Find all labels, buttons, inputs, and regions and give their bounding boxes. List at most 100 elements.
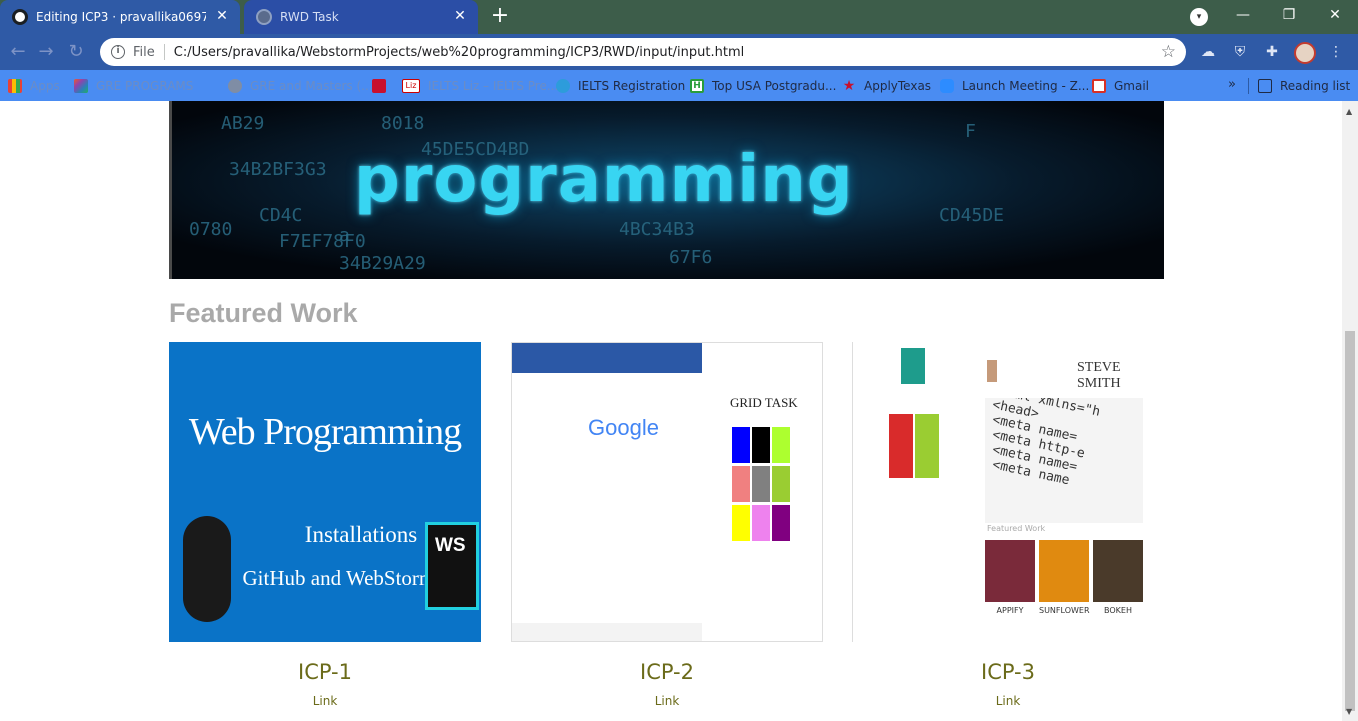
scroll-down-arrow-icon[interactable]: ▼ xyxy=(1346,707,1352,716)
apps-grid-icon xyxy=(8,79,22,93)
hex-text: CD4C xyxy=(259,205,303,226)
card-title: ICP-1 xyxy=(298,660,352,684)
mini-label: SUNFLOWER xyxy=(1039,606,1090,615)
grid-square xyxy=(772,466,790,502)
hero-banner: AB29 8018 45DE5CD4BD 34B2BF3G3 CD4C 0780… xyxy=(169,101,1164,279)
mini-section-title: Featured Work xyxy=(987,524,1046,533)
bookmark-applytexas[interactable]: ★ ApplyTexas xyxy=(842,77,931,95)
shield-crest-icon xyxy=(372,79,386,93)
star-icon[interactable]: ☆ xyxy=(1161,42,1176,62)
github-icon xyxy=(183,516,231,622)
close-window-button[interactable]: ✕ xyxy=(1312,0,1358,30)
hex-text: 67F6 xyxy=(669,247,713,268)
reading-list-button[interactable]: Reading list xyxy=(1258,77,1350,95)
grid-square xyxy=(772,427,790,463)
card-link[interactable]: Link xyxy=(169,694,481,708)
vertical-scrollbar[interactable]: ▲ ▼ xyxy=(1342,101,1358,721)
hex-text: AB29 xyxy=(221,113,265,134)
bookmarks-bar: Apps GRE PROGRAMS GRE and Masters (... L… xyxy=(0,70,1358,101)
tab-search-icon[interactable]: ▾ xyxy=(1190,8,1208,26)
reload-icon[interactable]: ↻ xyxy=(64,40,88,64)
github-icon xyxy=(12,9,28,25)
star-icon: ★ xyxy=(842,78,856,94)
kebab-menu-icon[interactable]: ⋮ xyxy=(1326,42,1346,62)
bookmark-ielts-liz[interactable]: Liz IELTS Liz – IELTS Pre... xyxy=(402,77,558,95)
card-thumbnail[interactable]: Web Programming Installations GitHub and… xyxy=(169,342,481,642)
tab-rwd-task[interactable]: RWD Task ✕ xyxy=(244,0,478,34)
new-tab-button[interactable]: + xyxy=(488,5,512,29)
close-icon[interactable]: ✕ xyxy=(214,8,230,24)
card-link[interactable]: Link xyxy=(852,694,1164,708)
address-bar[interactable]: i File C:/Users/pravallika/WebstormProje… xyxy=(100,38,1186,66)
thumb-heading: Web Programming xyxy=(188,411,462,453)
hex-text: 4BC34B3 xyxy=(619,219,695,240)
section-title: Featured Work xyxy=(169,298,358,328)
divider xyxy=(163,44,165,60)
project-card-icp3: STEVE SMITH <html xmlns="h <head> <meta … xyxy=(852,342,1164,708)
info-icon[interactable]: i xyxy=(111,45,125,59)
divider xyxy=(1248,78,1249,94)
scrollbar-thumb[interactable] xyxy=(1345,331,1355,711)
hex-text: 0780 xyxy=(189,219,233,240)
profile-photo xyxy=(987,360,997,382)
card-title: ICP-2 xyxy=(640,660,694,684)
chevron-double-right-icon[interactable]: » xyxy=(1228,77,1236,92)
h-logo-icon: H xyxy=(690,79,704,93)
liz-logo-icon: Liz xyxy=(402,79,420,93)
restore-button[interactable]: ❐ xyxy=(1266,0,1312,30)
tab-strip: Editing ICP3 · pravallika0697/We ✕ RWD T… xyxy=(0,0,1358,34)
scheme-label: File xyxy=(133,44,155,60)
hex-text: 8018 xyxy=(381,113,425,134)
back-arrow-icon[interactable]: ← xyxy=(6,40,30,64)
card-thumbnail[interactable]: STEVE SMITH <html xmlns="h <head> <meta … xyxy=(852,342,1164,642)
zoom-camera-icon xyxy=(940,79,954,93)
gmail-icon xyxy=(1092,79,1106,93)
url-text[interactable]: C:/Users/pravallika/WebstormProjects/web… xyxy=(174,45,744,60)
forward-arrow-icon[interactable]: → xyxy=(34,40,58,64)
bookmark-top-usa[interactable]: H Top USA Postgradu... xyxy=(690,77,836,95)
close-icon[interactable]: ✕ xyxy=(452,8,468,24)
page-viewport: AB29 8018 45DE5CD4BD 34B2BF3G3 CD4C 0780… xyxy=(0,101,1342,721)
flower-icon xyxy=(556,79,570,93)
card-thumbnail[interactable]: Google GRID TASK xyxy=(511,342,823,642)
bookmark-zoom[interactable]: Launch Meeting - Z... xyxy=(940,77,1089,95)
hex-text: a xyxy=(339,225,350,246)
hex-text: F7EF78F0 xyxy=(279,231,366,252)
code-image: <html xmlns="h <head> <meta name= <meta … xyxy=(985,398,1143,523)
hero-title: programming xyxy=(354,143,854,217)
grid-title: GRID TASK xyxy=(730,395,798,410)
hand-block-icon xyxy=(889,414,913,478)
avatar[interactable] xyxy=(1294,42,1316,64)
card-title: ICP-3 xyxy=(981,660,1035,684)
hex-text: 34B29A29 xyxy=(339,253,426,274)
webstorm-icon: WS xyxy=(425,522,479,610)
reading-list-icon xyxy=(1258,79,1272,93)
mini-thumb xyxy=(1093,540,1143,602)
hand-block-icon xyxy=(901,348,925,384)
grid-square xyxy=(752,505,770,541)
bookmark-gre-programs[interactable]: GRE PROGRAMS xyxy=(74,77,193,95)
bookmark-gmail[interactable]: Gmail xyxy=(1092,77,1149,95)
extension-cloud-icon[interactable]: ☁ xyxy=(1198,42,1218,62)
minimize-button[interactable]: — xyxy=(1220,0,1266,30)
mini-thumb xyxy=(985,540,1035,602)
bookmark-ielts-registration[interactable]: IELTS Registration xyxy=(556,77,685,95)
tab-editing-icp3[interactable]: Editing ICP3 · pravallika0697/We ✕ xyxy=(0,0,240,34)
bookmark-gre-masters[interactable]: GRE and Masters (... xyxy=(228,77,373,95)
tab-title: RWD Task xyxy=(280,10,339,24)
mini-label: APPIFY xyxy=(996,606,1024,615)
project-card-icp2: Google GRID TASK ICP-2 Link xyxy=(511,342,823,708)
grid-square xyxy=(772,505,790,541)
hex-text: CD45DE xyxy=(939,205,1005,226)
project-card-icp1: Web Programming Installations GitHub and… xyxy=(169,342,481,708)
browser-toolbar: ← → ↻ i File C:/Users/pravallika/Webstor… xyxy=(0,34,1358,70)
puzzle-icon[interactable]: ✚ xyxy=(1262,42,1282,62)
mini-label: BOKEH xyxy=(1104,606,1132,615)
scroll-up-arrow-icon[interactable]: ▲ xyxy=(1346,107,1352,116)
card-link[interactable]: Link xyxy=(511,694,823,708)
bookmark-apps[interactable]: Apps xyxy=(8,77,60,95)
grid-square xyxy=(732,427,750,463)
globe-icon xyxy=(228,79,242,93)
shield-icon[interactable]: ⛨ xyxy=(1230,42,1250,62)
bookmark-harvard[interactable] xyxy=(372,77,394,95)
